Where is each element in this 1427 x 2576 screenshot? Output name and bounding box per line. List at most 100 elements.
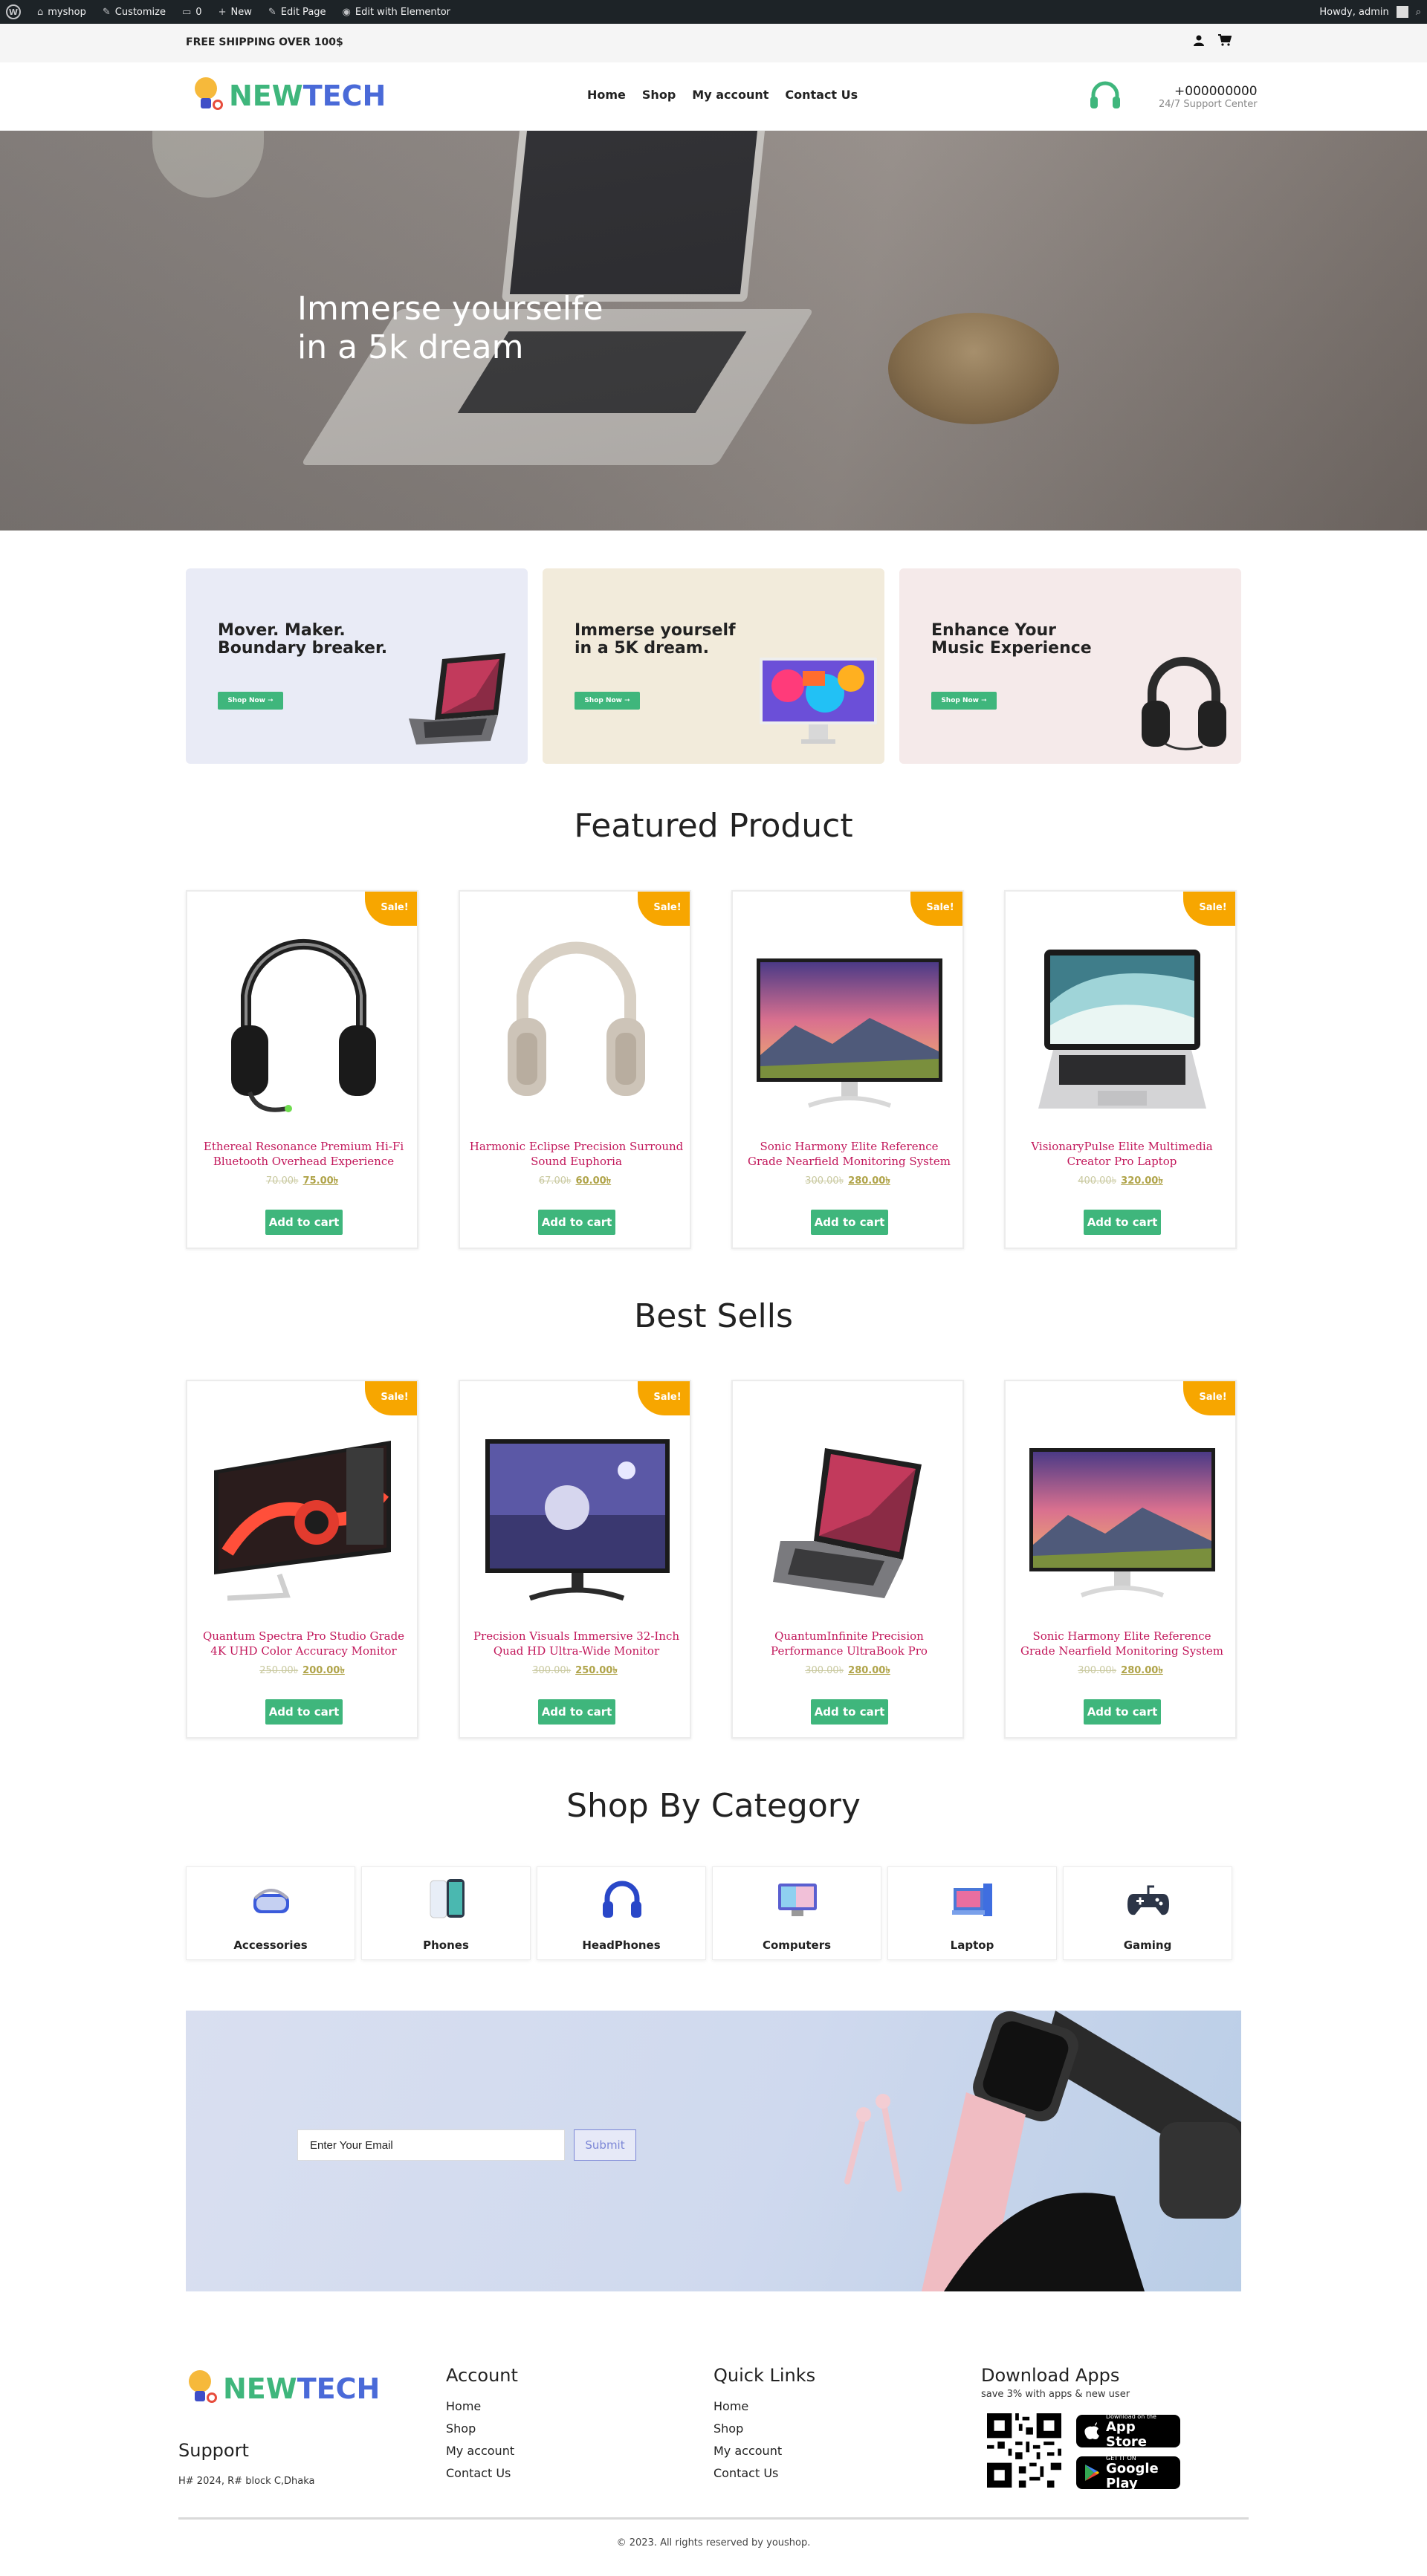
submit-button[interactable]: Submit [574,2129,636,2161]
product-image[interactable] [1023,1404,1220,1603]
promo-card-laptop: Mover. Maker. Boundary breaker. Shop Now … [186,568,528,764]
main-nav: Home Shop My account Contact Us [587,88,858,102]
google-play-button[interactable]: GET IT ON Google Play [1076,2455,1180,2491]
product-card[interactable]: Sale! Quantum Spectra Pro Studio Grade 4… [186,1380,418,1739]
newsletter-banner: Enter Your Email Submit [186,2011,1241,2291]
admin-new-link[interactable]: + New [219,7,252,18]
admin-bar: W ⌂ myshop ✎ Customize ▭ 0 + New ✎ Edit Page … [0,0,1427,24]
promo-card-headphones: Enhance Your Music Experience Shop Now ➞ [899,568,1241,764]
footer-logo[interactable]: NEWTECH [186,2370,380,2407]
nav-shop[interactable]: Shop [642,88,676,102]
footer-link-home[interactable]: Home [446,2399,518,2413]
category-headphones[interactable]: HeadPhones [537,1866,706,1960]
footer-address: H# 2024, R# block C,Dhaka [178,2476,315,2487]
wordpress-logo[interactable]: W [6,4,21,19]
category-computers[interactable]: Computers [712,1866,881,1960]
promo-title: Mover. Maker. Boundary breaker. [218,621,388,658]
add-to-cart-button[interactable]: Add to cart [538,1210,615,1235]
footer-link-home[interactable]: Home [714,2399,815,2413]
shop-now-button[interactable]: Shop Now ➞ [931,692,997,710]
nav-contact[interactable]: Contact Us [785,88,858,102]
elementor-icon: ◉ [342,6,351,18]
support-info: +000000000 24/7 Support Center [1089,80,1258,113]
play-store-icon [1085,2465,1099,2481]
admin-site-link[interactable]: ⌂ myshop [37,7,86,18]
product-name[interactable]: Sonic Harmony Elite Reference Grade Near… [742,1139,957,1169]
product-name[interactable]: Sonic Harmony Elite Reference Grade Near… [1015,1629,1229,1658]
shop-now-button[interactable]: Shop Now ➞ [218,692,283,710]
admin-elementor-link[interactable]: ◉ Edit with Elementor [343,7,450,18]
add-to-cart-button[interactable]: Add to cart [538,1699,615,1725]
footer-link-contact[interactable]: Contact Us [446,2466,518,2480]
product-card[interactable]: Sale! Ethereal Resonance Premium Hi-Fi B… [186,890,418,1249]
product-name[interactable]: Quantum Spectra Pro Studio Grade 4K UHD … [196,1629,411,1658]
product-price: 67.00৳ 60.00৳ [538,1175,612,1187]
product-image[interactable] [478,1404,675,1603]
category-laptop[interactable]: Laptop [887,1866,1057,1960]
add-to-cart-button[interactable]: Add to cart [1084,1699,1161,1725]
admin-comments-link[interactable]: ▭ 0 [182,7,202,18]
vr-headset-icon [249,1878,294,1921]
search-icon[interactable]: ⌕ [1416,7,1421,18]
product-name[interactable]: VisionaryPulse Elite Multimedia Creator … [1015,1139,1229,1169]
footer-link-contact[interactable]: Contact Us [714,2466,815,2480]
gamepad-icon [1126,1878,1171,1921]
product-name[interactable]: Harmonic Eclipse Precision Surround Soun… [469,1139,684,1169]
promo-title: Immerse yourself in a 5K dream. [575,621,736,658]
product-name[interactable]: Precision Visuals Immersive 32-Inch Quad… [469,1629,684,1658]
footer-link-shop[interactable]: Shop [714,2421,815,2436]
footer-account: Account Home Shop My account Contact Us [446,2365,518,2488]
product-image[interactable] [205,914,402,1113]
category-accessories[interactable]: Accessories [186,1866,355,1960]
admin-customize-link[interactable]: ✎ Customize [103,7,166,18]
product-image[interactable] [751,1404,948,1603]
footer-link-shop[interactable]: Shop [446,2421,518,2436]
footer-divider [178,2517,1249,2520]
avatar[interactable] [1396,6,1408,18]
user-icon[interactable] [1193,34,1205,50]
product-price: 300.00৳ 280.00৳ [1078,1665,1163,1676]
add-to-cart-button[interactable]: Add to cart [1084,1210,1161,1235]
add-to-cart-button[interactable]: Add to cart [265,1699,343,1725]
top-bar: FREE SHIPPING OVER 100$ [0,24,1427,62]
site-logo[interactable]: NEWTECH [192,77,386,114]
nav-my-account[interactable]: My account [692,88,768,102]
category-gaming[interactable]: Gaming [1063,1866,1232,1960]
footer-link-account[interactable]: My account [446,2444,518,2458]
product-image[interactable] [205,1404,402,1603]
product-card[interactable]: Sale! Sonic Harmony Elite Reference Grad… [1004,1380,1237,1739]
add-to-cart-button[interactable]: Add to cart [811,1699,888,1725]
shop-now-button[interactable]: Shop Now ➞ [575,692,640,710]
nav-home[interactable]: Home [587,88,626,102]
product-image[interactable] [478,914,675,1113]
footer-link-account[interactable]: My account [714,2444,815,2458]
support-label: 24/7 Support Center [1159,98,1258,110]
product-card[interactable]: Sale! Precision Visuals Immersive 32-Inc… [459,1380,691,1739]
headset-icon [1089,80,1122,113]
best-sells-title: Best Sells [634,1297,793,1335]
email-input[interactable]: Enter Your Email [297,2129,565,2161]
admin-howdy[interactable]: Howdy, admin [1319,7,1388,18]
app-store-button[interactable]: Download on the App Store [1076,2413,1180,2449]
product-name[interactable]: QuantumInfinite Precision Performance Ul… [742,1629,957,1658]
category-title: Shop By Category [566,1787,861,1825]
product-image[interactable] [751,914,948,1113]
admin-edit-page-link[interactable]: ✎ Edit Page [268,7,326,18]
plus-icon: + [218,6,227,18]
footer-support-title: Support [178,2440,249,2461]
product-card[interactable]: QuantumInfinite Precision Performance Ul… [731,1380,964,1739]
product-card[interactable]: Sale! VisionaryPulse Elite Multimedia Cr… [1004,890,1237,1249]
product-price: 70.00৳ 75.00৳ [265,1175,339,1187]
footer-apps-title: Download Apps [981,2365,1120,2386]
cart-icon[interactable] [1218,34,1232,50]
brush-icon: ✎ [102,6,111,18]
hero-overlay [0,131,1427,531]
add-to-cart-button[interactable]: Add to cart [811,1210,888,1235]
product-name[interactable]: Ethereal Resonance Premium Hi-Fi Bluetoo… [196,1139,411,1169]
product-card[interactable]: Sale! Sonic Harmony Elite Reference Grad… [731,890,964,1249]
product-price: 300.00৳ 280.00৳ [805,1665,890,1676]
product-card[interactable]: Sale! Harmonic Eclipse Precision Surroun… [459,890,691,1249]
add-to-cart-button[interactable]: Add to cart [265,1210,343,1235]
category-phones[interactable]: Phones [361,1866,531,1960]
product-image[interactable] [1023,914,1220,1113]
